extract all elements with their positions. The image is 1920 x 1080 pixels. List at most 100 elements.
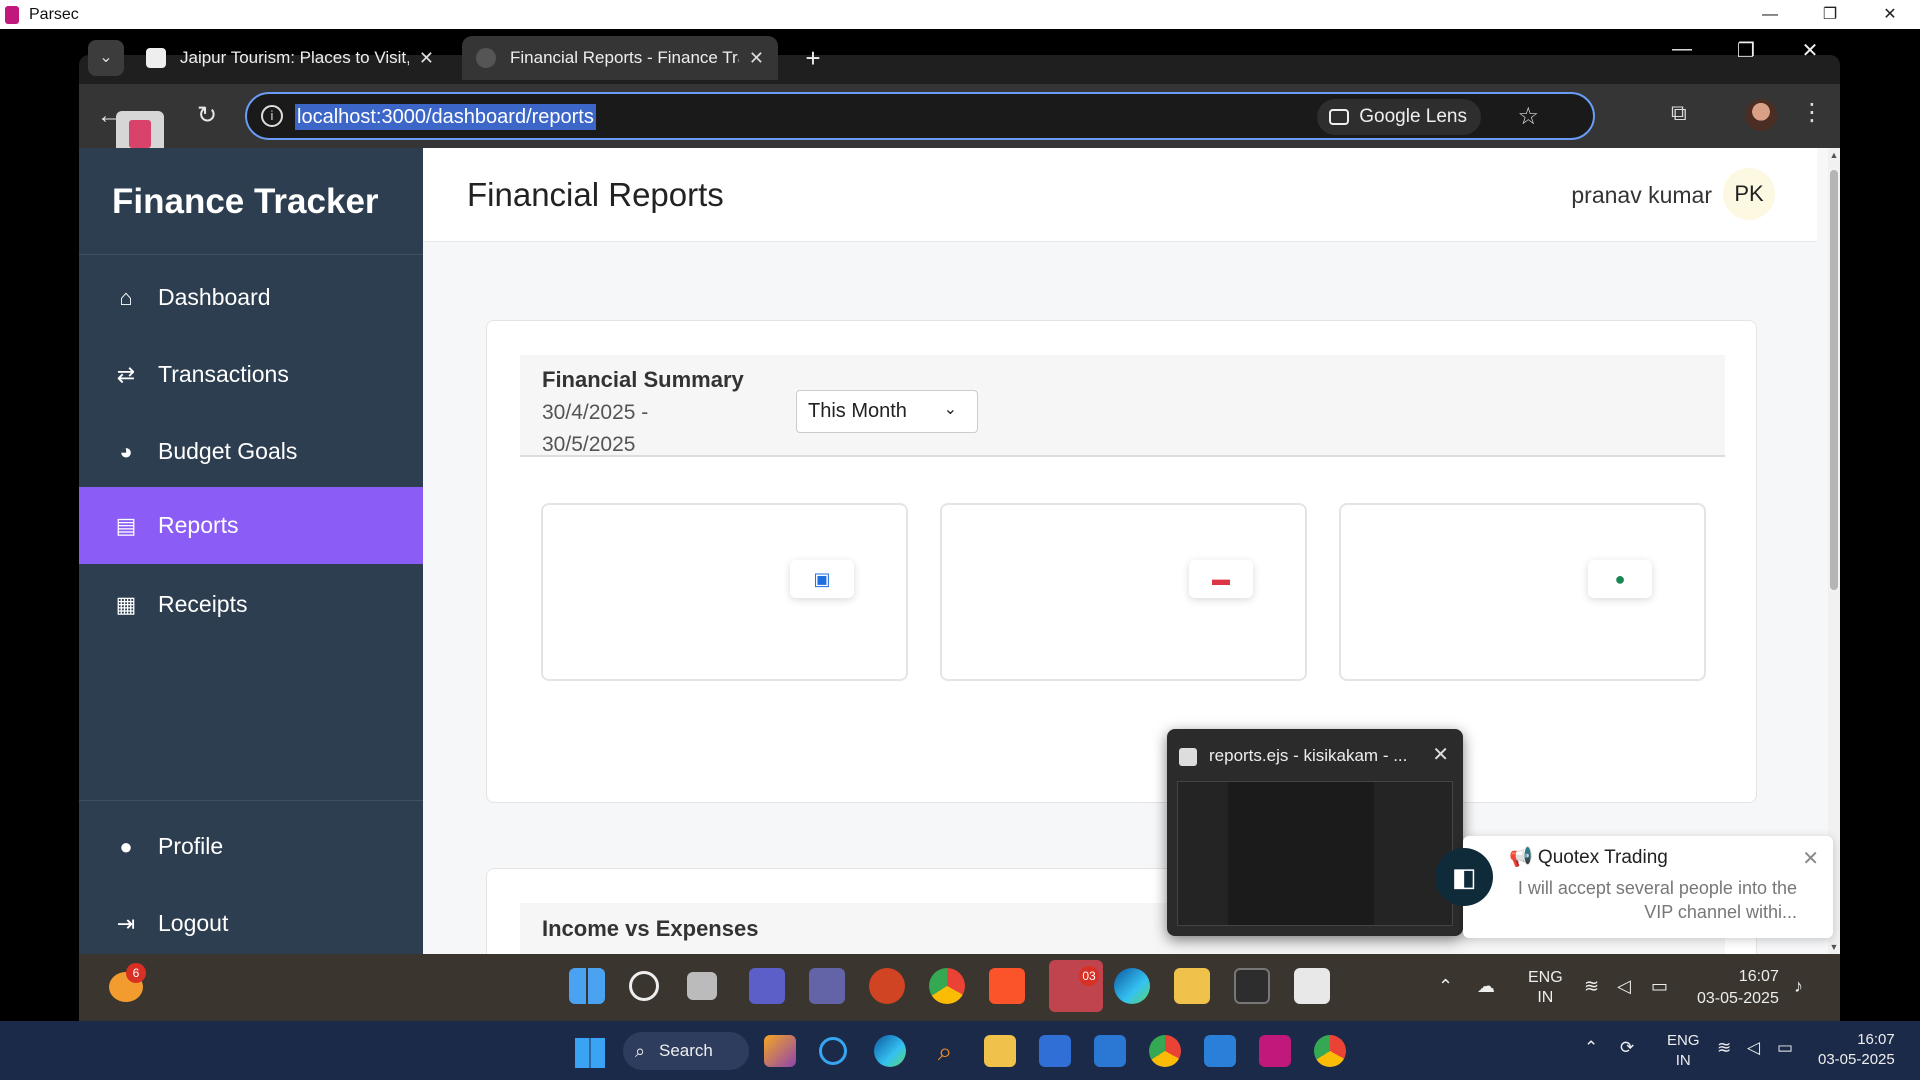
tab-close-icon[interactable]: ✕ [749,48,764,69]
powerpoint-icon[interactable] [869,968,905,1004]
extensions-icon[interactable]: ⧉ [1671,100,1687,126]
profile-avatar[interactable] [1745,99,1777,131]
sidebar-item-label: Profile [158,833,224,859]
page-scrollbar[interactable]: ▲ ▼ [1828,148,1840,954]
scroll-down-arrow-icon[interactable]: ▼ [1828,942,1840,952]
battery-icon[interactable]: ▭ [1651,976,1668,997]
money-bill-icon: ▣ [790,560,854,598]
cortana-icon[interactable] [819,1037,847,1065]
sync-icon[interactable]: ⟳ [1620,1038,1634,1058]
new-tab-button[interactable]: + [795,40,831,76]
search-icon[interactable] [629,971,659,1001]
chrome-profile-icon[interactable] [1149,1035,1181,1067]
avatar[interactable]: PK [1723,168,1775,220]
edge-icon[interactable] [874,1035,906,1067]
bookmark-star-icon[interactable]: ☆ [1517,102,1539,131]
sidebar-item-transactions[interactable]: ⇄ Transactions [79,336,423,413]
terminal-icon[interactable] [1234,968,1270,1004]
parsec-minimize-button[interactable]: — [1740,0,1800,29]
language-indicator[interactable]: ENG IN [1528,968,1563,1008]
weather-badge: 6 [126,963,146,983]
show-hidden-icons-icon[interactable]: ⌃ [1438,976,1453,997]
notification-toast[interactable]: ◧ 📢 Quotex Trading I will accept several… [1435,836,1833,938]
vscode-icon[interactable] [1204,1035,1236,1067]
tab-favicon-icon [146,48,166,68]
language-indicator[interactable]: ENG IN [1667,1031,1700,1071]
battery-icon[interactable]: ▭ [1777,1038,1793,1058]
tab-jaipur-tourism[interactable]: Jaipur Tourism: Places to Visit, S ✕ [132,36,448,80]
sidebar-item-label: Reports [158,512,239,538]
url-text[interactable]: localhost:3000/dashboard/reports [295,104,596,130]
notification-app-icon: ◧ [1435,848,1493,906]
search-icon: ⌕ [635,1041,646,1061]
start-icon[interactable] [569,968,605,1004]
taskbar-window-preview[interactable]: reports.ejs - kisikakam - ... ✕ [1167,729,1463,936]
edge-icon[interactable] [1114,968,1150,1004]
parsec-restore-button[interactable]: ❐ [1800,0,1860,29]
file-explorer-icon[interactable] [1174,968,1210,1004]
preview-close-icon[interactable]: ✕ [1432,742,1449,767]
volume-icon[interactable]: ◁ [1747,1038,1760,1058]
browser-menu-icon[interactable]: ⋮ [1800,98,1824,127]
credit-card-icon: ▬ [1189,560,1253,598]
clock[interactable]: 16:07 03-05-2025 [1818,1030,1895,1070]
sidebar-item-budget-goals[interactable]: ◕ Budget Goals [79,413,423,490]
income-stat-card: ▣ [541,503,908,681]
site-info-icon[interactable]: i [261,105,283,127]
thumbnail-explorer-pane [1178,782,1228,925]
onedrive-icon[interactable]: ☁ [1477,976,1495,997]
app-icon[interactable] [1094,1035,1126,1067]
clock-time: 16:07 [1857,1031,1895,1048]
scroll-up-arrow-icon[interactable]: ▲ [1828,150,1840,160]
browser-restore-button[interactable]: ❐ [1716,38,1776,63]
chrome-icon[interactable] [1314,1035,1346,1067]
file-explorer-icon[interactable] [984,1035,1016,1067]
copilot-icon[interactable] [764,1035,796,1067]
tab-close-icon[interactable]: ✕ [419,48,434,69]
browser-minimize-button[interactable]: — [1652,38,1712,61]
wifi-icon[interactable]: ≋ [1584,976,1599,997]
sidebar-item-dashboard[interactable]: ⌂ Dashboard [79,259,423,336]
microsoft-store-icon[interactable] [1039,1035,1071,1067]
savings-stat-card: ● [1339,503,1706,681]
search-app-icon[interactable]: ⌕ [929,1035,961,1067]
sidebar-item-profile[interactable]: ● Profile [79,808,423,885]
sidebar-item-logout[interactable]: ⇥ Logout [79,885,423,954]
home-icon: ⌂ [119,284,133,310]
parsec-title-bar: Parsec — ❐ ✕ [0,0,1920,29]
chevron-down-icon: ⌄ [943,401,957,418]
volume-muted-icon[interactable]: ◁ [1617,976,1631,997]
lens-icon [1329,109,1350,125]
wifi-icon[interactable]: ≋ [1717,1038,1731,1058]
cursor-editor-icon[interactable] [1294,968,1330,1004]
tab-title: Financial Reports - Finance Trac [510,48,739,67]
taskbar-search[interactable]: ⌕ Search [623,1032,749,1070]
preview-thumbnail[interactable] [1177,781,1453,926]
brave-icon[interactable] [989,968,1025,1004]
reload-button[interactable]: ↻ [189,98,225,134]
notification-bell-icon[interactable]: ♪ [1794,976,1803,997]
scroll-thumb[interactable] [1830,170,1838,590]
sidebar: Finance Tracker ⌂ Dashboard ⇄ Transactio… [79,148,423,954]
start-icon[interactable] [575,1038,605,1068]
period-select[interactable]: This Month ⌄ [796,390,978,433]
sidebar-item-receipts[interactable]: ▦ Receipts [79,566,423,643]
teams-icon[interactable] [809,968,845,1004]
notification-close-icon[interactable]: ✕ [1802,846,1819,871]
parsec-close-button[interactable]: ✕ [1860,0,1920,29]
address-bar[interactable]: i localhost:3000/dashboard/reports Googl… [245,92,1595,140]
tab-financial-reports[interactable]: Financial Reports - Finance Trac ✕ [462,36,778,80]
task-view-icon[interactable] [687,972,717,1000]
vscode-icon [1179,748,1197,766]
brand-title: Finance Tracker [112,182,379,221]
browser-close-button[interactable]: ✕ [1780,38,1840,63]
parsec-icon[interactable] [1259,1035,1291,1067]
show-hidden-icons-icon[interactable]: ⌃ [1584,1038,1598,1058]
google-lens-button[interactable]: Google Lens [1317,99,1481,135]
clock[interactable]: 16:07 03-05-2025 [1697,966,1779,1010]
divider [79,800,423,801]
chrome-icon[interactable] [929,968,965,1004]
tab-search-button[interactable]: ⌄ [88,40,124,76]
sidebar-item-reports[interactable]: ▤ Reports [79,487,423,564]
teams-meet-icon[interactable] [749,968,785,1004]
